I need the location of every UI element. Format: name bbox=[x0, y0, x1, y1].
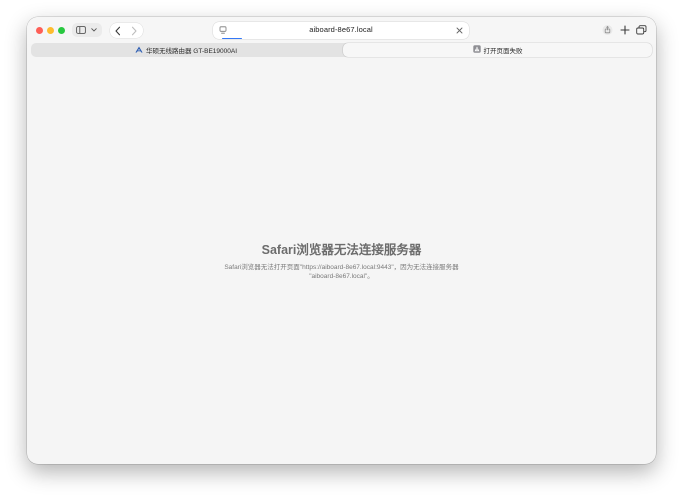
zoom-window-button[interactable] bbox=[58, 27, 65, 34]
page-load-progress bbox=[222, 37, 242, 39]
chevron-right-icon bbox=[131, 26, 137, 35]
tab-bar: 华硕无线路由器 GT-BE19000AI 打开页面失败 bbox=[31, 43, 652, 57]
address-text: aiboard-8e67.local bbox=[309, 25, 373, 34]
error-title: Safari浏览器无法连接服务器 bbox=[261, 243, 422, 257]
close-icon[interactable] bbox=[456, 27, 463, 34]
error-message-line: Safari浏览器无法打开页面"https://aiboard-8e67.loc… bbox=[224, 264, 459, 271]
forward-button[interactable] bbox=[130, 26, 138, 36]
share-icon[interactable] bbox=[602, 24, 613, 36]
close-window-button[interactable] bbox=[36, 27, 43, 34]
asus-logo-icon bbox=[135, 46, 143, 55]
sidebar-toggle-button[interactable] bbox=[72, 23, 102, 37]
tab-label: 华硕无线路由器 GT-BE19000AI bbox=[145, 48, 238, 55]
tab-label: 打开页面失败 bbox=[483, 48, 523, 55]
safari-warning-icon bbox=[472, 45, 481, 55]
back-button[interactable] bbox=[114, 26, 122, 36]
address-bar[interactable]: aiboard-8e67.local bbox=[213, 22, 469, 39]
sidebar-icon bbox=[76, 26, 86, 34]
tab-error[interactable]: 打开页面失败 bbox=[343, 43, 652, 57]
toolbar: aiboard-8e67.local bbox=[27, 17, 656, 44]
error-message: Safari浏览器无法打开页面"https://aiboard-8e67.loc… bbox=[217, 263, 466, 281]
navigation-buttons bbox=[110, 23, 143, 38]
tab-overview-icon[interactable] bbox=[636, 25, 647, 35]
plus-icon[interactable] bbox=[620, 25, 630, 35]
tab-router[interactable]: 华硕无线路由器 GT-BE19000AI bbox=[31, 43, 341, 57]
error-message-line: "aiboard-8e67.local"。 bbox=[309, 273, 374, 280]
browser-window: aiboard-8e67.local 华硕无线路由器 GT-BE19000AI … bbox=[27, 17, 656, 464]
chevron-down-icon bbox=[91, 27, 97, 32]
chevron-left-icon bbox=[115, 26, 121, 35]
minimize-window-button[interactable] bbox=[47, 27, 54, 34]
